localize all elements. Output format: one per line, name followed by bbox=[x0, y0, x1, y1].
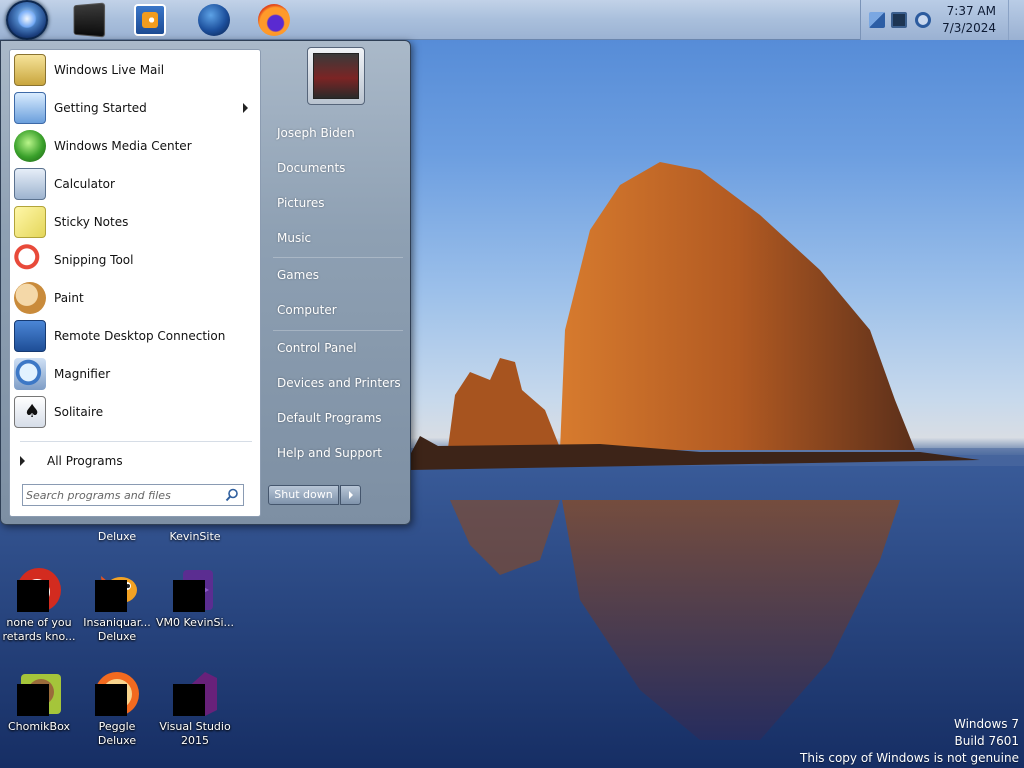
redacted-block bbox=[95, 684, 127, 716]
scissors-icon bbox=[14, 244, 46, 276]
redacted-block bbox=[173, 580, 205, 612]
program-item-solitaire[interactable]: Solitaire bbox=[12, 394, 258, 430]
desktop-icon-label-partial: KevinSite bbox=[169, 530, 221, 543]
shut-down-options-button[interactable] bbox=[340, 485, 361, 505]
show-desktop-button[interactable] bbox=[1008, 0, 1024, 40]
divider bbox=[20, 441, 252, 442]
search-input[interactable] bbox=[26, 487, 216, 503]
desktop-icon-visual-studio-2015[interactable]: Visual Studio 2015 bbox=[156, 670, 234, 748]
start-link-music[interactable]: Music bbox=[269, 223, 405, 253]
program-item-windows-live-mail[interactable]: Windows Live Mail bbox=[12, 52, 258, 88]
start-link-default-programs[interactable]: Default Programs bbox=[269, 403, 405, 433]
divider bbox=[273, 257, 403, 258]
remote-desktop-icon bbox=[14, 320, 46, 352]
program-label: Paint bbox=[54, 291, 84, 305]
redacted-block bbox=[173, 684, 205, 716]
desktop-icon-chomikbox[interactable]: ChomikBox bbox=[0, 670, 78, 734]
program-label: Sticky Notes bbox=[54, 215, 129, 229]
search-icon[interactable] bbox=[225, 488, 239, 502]
desktop-icon-red-app[interactable]: none of you retards kno... bbox=[0, 566, 78, 644]
program-label: Remote Desktop Connection bbox=[54, 329, 226, 343]
desktop-icon-insaniquarium[interactable]: Insaniquar... Deluxe bbox=[78, 566, 156, 644]
firefox-icon[interactable] bbox=[258, 4, 290, 36]
shut-down-button[interactable]: Shut down bbox=[268, 485, 339, 505]
program-item-calculator[interactable]: Calculator bbox=[12, 166, 258, 202]
program-label: Snipping Tool bbox=[54, 253, 134, 267]
clock-date[interactable]: 7/3/2024 bbox=[942, 21, 996, 35]
system-tray: 7:37 AM 7/3/2024 bbox=[860, 0, 1024, 40]
visual-studio-icon bbox=[171, 670, 219, 718]
start-link-devices-printers[interactable]: Devices and Printers bbox=[269, 368, 405, 398]
desktop-icon-label: VM0 KevinSi... bbox=[156, 616, 235, 629]
desktop-icon-label: none of you retards kno... bbox=[2, 616, 76, 643]
palette-icon bbox=[14, 282, 46, 314]
start-link-pictures[interactable]: Pictures bbox=[269, 188, 405, 218]
desktop-icon-peggle[interactable]: Peggle Deluxe bbox=[78, 670, 156, 748]
arrow-right-icon bbox=[20, 456, 25, 466]
all-programs-label: All Programs bbox=[47, 454, 123, 468]
program-item-remote-desktop[interactable]: Remote Desktop Connection bbox=[12, 318, 258, 354]
start-link-documents[interactable]: Documents bbox=[269, 153, 405, 183]
volume-icon[interactable] bbox=[915, 12, 931, 28]
sticky-notes-icon bbox=[14, 206, 46, 238]
windows-media-player-icon[interactable] bbox=[134, 4, 166, 36]
program-item-windows-media-center[interactable]: Windows Media Center bbox=[12, 128, 258, 164]
program-label: Getting Started bbox=[54, 101, 147, 115]
redacted-block bbox=[95, 580, 127, 612]
divider bbox=[273, 330, 403, 331]
taskbar: 7:37 AM 7/3/2024 bbox=[0, 0, 1024, 40]
getting-started-icon bbox=[14, 92, 46, 124]
start-link-computer[interactable]: Computer bbox=[269, 295, 405, 325]
program-label: Windows Media Center bbox=[54, 139, 192, 153]
redacted-block bbox=[17, 580, 49, 612]
mail-icon bbox=[14, 54, 46, 86]
start-button[interactable] bbox=[6, 0, 48, 40]
user-account-picture[interactable] bbox=[307, 47, 365, 105]
start-menu-programs-pane: Windows Live Mail Getting Started Window… bbox=[9, 49, 261, 517]
desktop-icon-vm0[interactable]: VM0 KevinSi... bbox=[156, 566, 234, 630]
desktop-icon-label: ChomikBox bbox=[8, 720, 70, 733]
playing-card-icon bbox=[14, 396, 46, 428]
desktop-icon-label: Peggle Deluxe bbox=[97, 720, 137, 747]
program-label: Windows Live Mail bbox=[54, 63, 165, 77]
program-item-getting-started[interactable]: Getting Started bbox=[12, 90, 258, 126]
program-item-snipping-tool[interactable]: Snipping Tool bbox=[12, 242, 258, 278]
desktop-icon-label-partial: Deluxe bbox=[97, 530, 137, 543]
fish-game-icon bbox=[93, 566, 141, 614]
red-circle-app-icon bbox=[15, 566, 63, 614]
program-label: Magnifier bbox=[54, 367, 111, 381]
network-icon[interactable] bbox=[891, 12, 907, 28]
start-menu: Windows Live Mail Getting Started Window… bbox=[0, 40, 411, 525]
program-label: Calculator bbox=[54, 177, 115, 191]
windows-build-watermark: Windows 7 Build 7601 This copy of Window… bbox=[800, 716, 1019, 767]
visual-studio-icon bbox=[171, 566, 219, 614]
desktop-icon-label: Insaniquar... Deluxe bbox=[83, 616, 151, 643]
search-box[interactable] bbox=[22, 484, 244, 506]
start-link-help-support[interactable]: Help and Support bbox=[269, 438, 405, 468]
watermark-line: Windows 7 bbox=[953, 717, 1019, 731]
program-item-sticky-notes[interactable]: Sticky Notes bbox=[12, 204, 258, 240]
calculator-icon bbox=[14, 168, 46, 200]
all-programs-button[interactable]: All Programs bbox=[12, 446, 258, 476]
hamster-icon bbox=[15, 670, 63, 718]
start-link-user[interactable]: Joseph Biden bbox=[269, 118, 405, 148]
desktop-icon-label: Visual Studio 2015 bbox=[159, 720, 231, 747]
submenu-arrow-icon[interactable] bbox=[243, 103, 248, 113]
clock-time[interactable]: 7:37 AM bbox=[947, 4, 996, 18]
media-center-icon bbox=[14, 130, 46, 162]
watermark-line: This copy of Windows is not genuine bbox=[800, 751, 1019, 765]
program-label: Solitaire bbox=[54, 405, 104, 419]
action-center-icon[interactable] bbox=[869, 12, 885, 28]
program-item-paint[interactable]: Paint bbox=[12, 280, 258, 316]
start-link-games[interactable]: Games bbox=[269, 260, 405, 290]
program-item-magnifier[interactable]: Magnifier bbox=[12, 356, 258, 392]
magnifier-icon bbox=[14, 358, 46, 390]
watermark-line: Build 7601 bbox=[954, 734, 1019, 748]
command-prompt-icon[interactable] bbox=[73, 2, 106, 38]
globe-icon[interactable] bbox=[198, 4, 230, 36]
redacted-block bbox=[17, 684, 49, 716]
peggle-icon bbox=[93, 670, 141, 718]
avatar bbox=[313, 53, 359, 99]
start-link-control-panel[interactable]: Control Panel bbox=[269, 333, 405, 363]
